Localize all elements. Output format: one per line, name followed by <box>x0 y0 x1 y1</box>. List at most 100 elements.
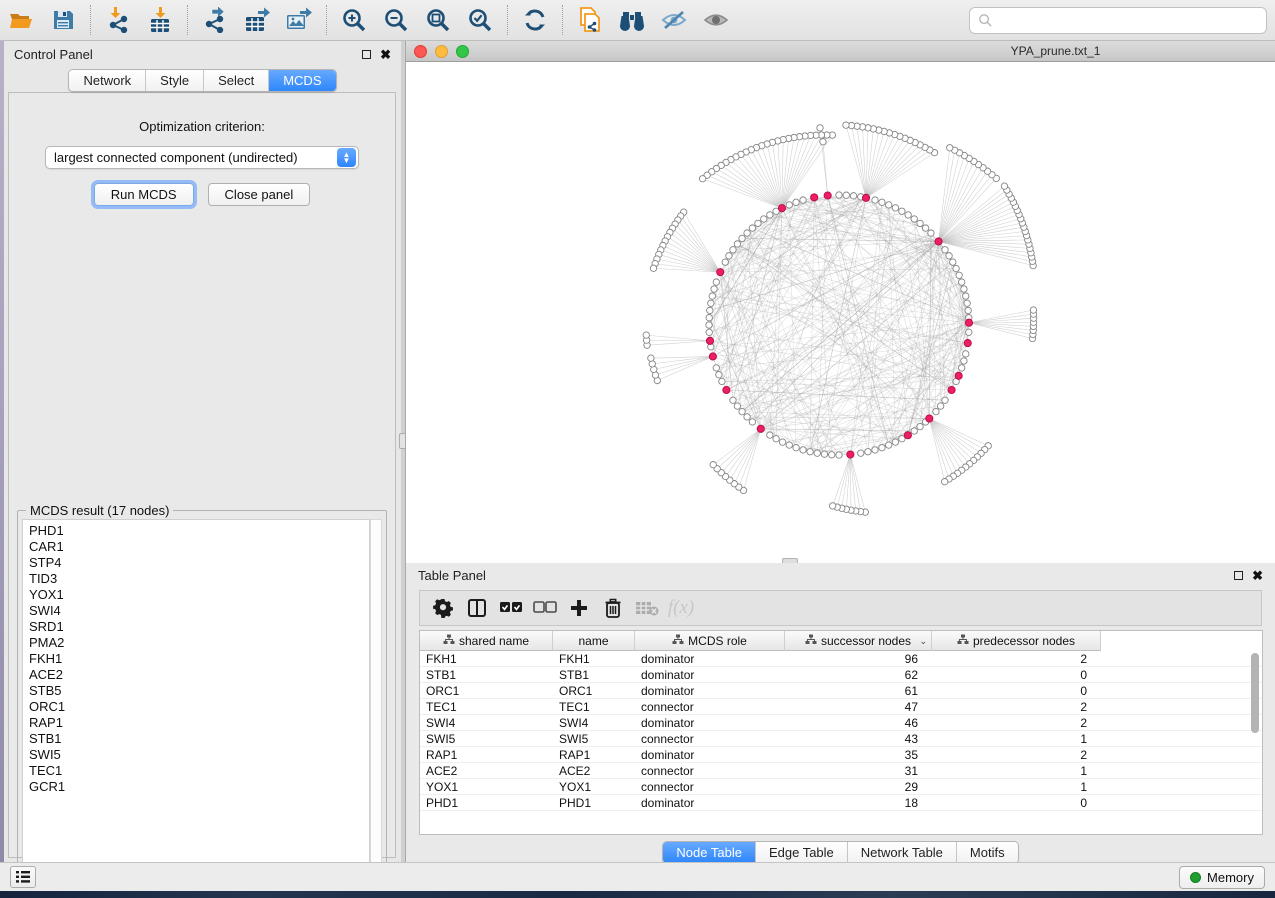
network-node[interactable] <box>937 403 943 409</box>
table-row[interactable]: PHD1PHD1dominator180 <box>420 795 1262 811</box>
cell-shared-name[interactable]: SWI4 <box>420 715 553 730</box>
network-node[interactable] <box>744 230 750 236</box>
mcds-result-node[interactable]: PHD1 <box>29 523 369 539</box>
mcds-hub-node[interactable] <box>964 339 971 346</box>
network-node[interactable] <box>959 365 965 371</box>
network-node[interactable] <box>744 414 750 420</box>
table-row[interactable]: RAP1RAP1dominator352 <box>420 747 1262 763</box>
network-node[interactable] <box>1030 307 1036 313</box>
function-builder-icon[interactable]: f(x) <box>666 594 696 622</box>
zoom-in-icon[interactable] <box>337 3 371 37</box>
network-node[interactable] <box>956 272 962 278</box>
mcds-result-node[interactable]: YOX1 <box>29 587 369 603</box>
export-network-icon[interactable] <box>198 3 232 37</box>
export-image-icon[interactable] <box>282 3 316 37</box>
network-node[interactable] <box>843 192 849 198</box>
import-table-icon[interactable] <box>143 3 177 37</box>
network-node[interactable] <box>713 365 719 371</box>
network-node[interactable] <box>706 329 712 335</box>
network-node[interactable] <box>933 408 939 414</box>
network-node[interactable] <box>716 372 722 378</box>
network-node[interactable] <box>814 450 820 456</box>
open-folder-icon[interactable] <box>4 3 38 37</box>
mcds-result-node[interactable]: CAR1 <box>29 539 369 555</box>
network-node[interactable] <box>966 329 972 335</box>
close-table-panel-icon[interactable]: ✖ <box>1252 571 1263 580</box>
select-all-icon[interactable] <box>496 594 526 622</box>
network-node[interactable] <box>886 202 892 208</box>
network-node[interactable] <box>928 230 934 236</box>
column-header-successor-nodes[interactable]: successor nodes⌄ <box>785 631 932 651</box>
network-node[interactable] <box>706 315 712 321</box>
cell-predecessor-nodes[interactable]: 2 <box>932 651 1101 666</box>
cell-shared-name[interactable]: STB1 <box>420 667 553 682</box>
network-window-titlebar[interactable]: YPA_prune.txt_1 <box>406 41 1275 62</box>
tab-edge-table[interactable]: Edge Table <box>756 842 848 863</box>
network-node[interactable] <box>800 447 806 453</box>
network-node[interactable] <box>961 286 967 292</box>
table-row[interactable]: ORC1ORC1dominator610 <box>420 683 1262 699</box>
copy-network-icon[interactable] <box>573 3 607 37</box>
table-row[interactable]: FKH1FKH1dominator962 <box>420 651 1262 667</box>
add-icon[interactable] <box>564 594 594 622</box>
cell-MCDS-role[interactable]: connector <box>635 731 785 746</box>
table-scrollbar[interactable] <box>1250 653 1260 831</box>
cell-MCDS-role[interactable]: connector <box>635 763 785 778</box>
window-minimize-icon[interactable] <box>435 45 448 58</box>
network-node[interactable] <box>749 419 755 425</box>
mcds-result-node[interactable]: ACE2 <box>29 667 369 683</box>
network-node[interactable] <box>643 332 649 338</box>
network-node[interactable] <box>699 176 705 182</box>
network-node[interactable] <box>892 439 898 445</box>
network-node[interactable] <box>905 212 911 218</box>
mcds-result-node[interactable]: STB5 <box>29 683 369 699</box>
network-node[interactable] <box>899 208 905 214</box>
network-node[interactable] <box>947 145 953 151</box>
mcds-hub-node[interactable] <box>811 194 818 201</box>
search-input[interactable] <box>993 10 1266 32</box>
delete-table-icon[interactable] <box>632 594 662 622</box>
binoculars-icon[interactable] <box>615 3 649 37</box>
cell-successor-nodes[interactable]: 61 <box>785 683 932 698</box>
cell-MCDS-role[interactable]: connector <box>635 699 785 714</box>
float-panel-icon[interactable] <box>362 50 371 59</box>
cell-predecessor-nodes[interactable]: 1 <box>932 731 1101 746</box>
network-node[interactable] <box>953 265 959 271</box>
network-node[interactable] <box>820 139 826 145</box>
network-node[interactable] <box>1001 183 1007 189</box>
window-zoom-icon[interactable] <box>456 45 469 58</box>
network-node[interactable] <box>950 259 956 265</box>
network-node[interactable] <box>761 216 767 222</box>
table-row[interactable]: STB1STB1dominator620 <box>420 667 1262 683</box>
network-node[interactable] <box>917 220 923 226</box>
network-node[interactable] <box>749 225 755 231</box>
network-node[interactable] <box>713 279 719 285</box>
network-node[interactable] <box>959 279 965 285</box>
cell-MCDS-role[interactable]: dominator <box>635 747 785 762</box>
network-node[interactable] <box>800 197 806 203</box>
mcds-hub-node[interactable] <box>824 192 831 199</box>
cell-name[interactable]: YOX1 <box>553 779 635 794</box>
mcds-result-node[interactable]: SWI4 <box>29 603 369 619</box>
cell-MCDS-role[interactable]: dominator <box>635 795 785 810</box>
network-node[interactable] <box>707 307 713 313</box>
cell-name[interactable]: RAP1 <box>553 747 635 762</box>
cell-name[interactable]: ACE2 <box>553 763 635 778</box>
network-node[interactable] <box>706 322 712 328</box>
mcds-hub-node[interactable] <box>706 337 713 344</box>
gear-icon[interactable] <box>428 594 458 622</box>
delete-icon[interactable] <box>598 594 628 622</box>
cell-MCDS-role[interactable]: dominator <box>635 667 785 682</box>
network-node[interactable] <box>942 397 948 403</box>
mcds-hub-node[interactable] <box>935 238 942 245</box>
network-node[interactable] <box>872 197 878 203</box>
hide-selected-eye-icon[interactable] <box>657 3 691 37</box>
mcds-hub-node[interactable] <box>709 353 716 360</box>
network-node[interactable] <box>711 286 717 292</box>
mcds-hub-node[interactable] <box>955 372 962 379</box>
show-eye-icon[interactable] <box>699 3 733 37</box>
network-node[interactable] <box>755 220 761 226</box>
cell-successor-nodes[interactable]: 62 <box>785 667 932 682</box>
mcds-hub-node[interactable] <box>926 415 933 422</box>
cell-name[interactable]: SWI5 <box>553 731 635 746</box>
